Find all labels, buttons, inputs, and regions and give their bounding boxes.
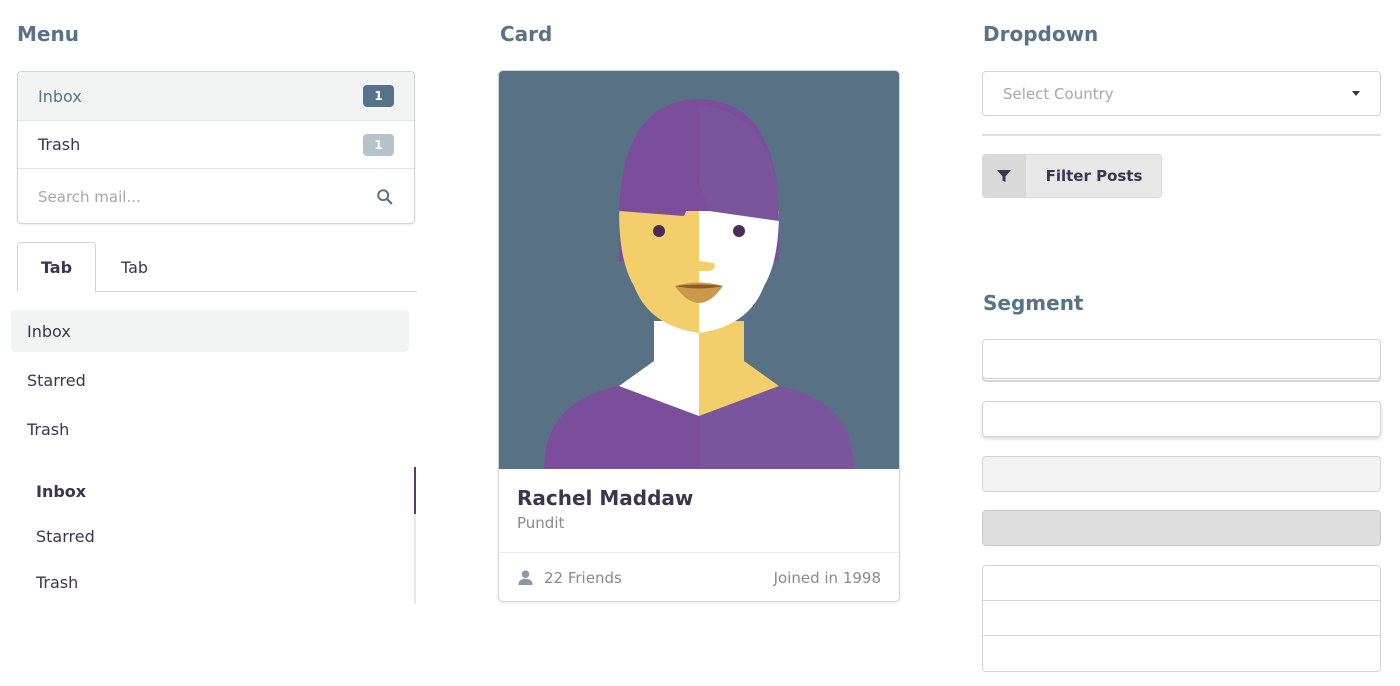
segment-heading: Segment (983, 291, 1084, 315)
mail-menu: Inbox 1 Trash 1 (17, 71, 415, 224)
profile-card[interactable]: Rachel Maddaw Pundit 22 Friends Joined i… (498, 70, 900, 602)
search-mail-input[interactable] (38, 187, 376, 206)
inbox-count-badge: 1 (363, 85, 394, 107)
menu-item-label: Trash (38, 135, 81, 154)
card-heading: Card (500, 22, 553, 46)
menu-item-inbox[interactable]: Inbox 1 (18, 72, 414, 121)
search-row (18, 169, 414, 223)
filter-posts-label: Filter Posts (1045, 167, 1143, 185)
vertical-menu-item-inbox[interactable]: Inbox (11, 310, 409, 352)
dropdown-placeholder: Select Country (1003, 84, 1114, 103)
search-icon[interactable] (376, 188, 394, 206)
filter-icon-wrapper (982, 154, 1026, 198)
dropdown-heading: Dropdown (983, 22, 1099, 46)
menu-heading: Menu (17, 22, 79, 46)
segment-secondary (982, 456, 1381, 492)
divider (982, 134, 1381, 136)
active-indicator (414, 467, 416, 514)
segment-group-item (983, 566, 1380, 601)
filter-posts-button[interactable]: Filter Posts (982, 154, 1162, 198)
tab-second[interactable]: Tab (97, 242, 172, 293)
secondary-menu-item-starred[interactable]: Starred (36, 527, 95, 546)
secondary-vertical-menu: Inbox Starred Trash (17, 467, 416, 604)
card-header-name[interactable]: Rachel Maddaw (517, 486, 693, 510)
segment-group (982, 565, 1381, 672)
vertical-menu-item-starred[interactable]: Starred (11, 359, 409, 401)
joined-date: Joined in 1998 (773, 568, 881, 587)
country-dropdown[interactable]: Select Country (982, 71, 1381, 116)
trash-count-badge: 1 (363, 133, 394, 156)
secondary-menu-item-inbox[interactable]: Inbox (36, 482, 86, 501)
segment-tertiary (982, 510, 1381, 546)
segment-raised (982, 401, 1381, 437)
menu-item-trash[interactable]: Trash 1 (18, 121, 414, 169)
dropdown-caret-icon (1352, 91, 1360, 96)
friends-count[interactable]: 22 Friends (544, 569, 622, 587)
segment-stacked (982, 339, 1381, 379)
segment-group-item (983, 601, 1380, 636)
menu-item-label: Inbox (38, 86, 82, 106)
segment-group-item (983, 636, 1380, 671)
filter-icon (997, 170, 1011, 182)
tab-bar: Tab Tab (17, 242, 417, 293)
card-extra-content: 22 Friends Joined in 1998 (499, 552, 899, 601)
vertical-menu-item-trash[interactable]: Trash (11, 408, 409, 450)
tab-first[interactable]: Tab (17, 242, 96, 293)
profile-avatar-image (499, 71, 899, 469)
secondary-menu-item-trash[interactable]: Trash (36, 573, 78, 592)
user-icon (518, 570, 533, 586)
card-meta-role: Pundit (517, 514, 565, 532)
